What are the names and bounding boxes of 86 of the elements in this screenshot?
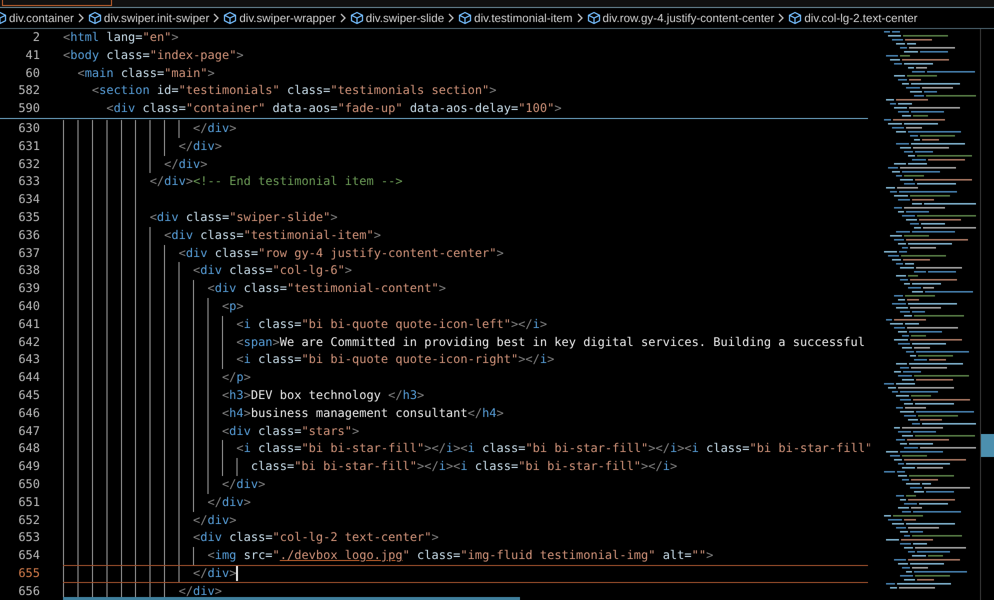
cube-icon — [458, 11, 472, 25]
line-number: 60 — [24, 64, 40, 82]
horizontal-scrollbar-thumb[interactable] — [63, 597, 520, 600]
code-line[interactable]: <html lang="en"> — [63, 29, 179, 47]
code-line[interactable]: <div class="container" data-aos="fade-up" data-aos-delay="100"> — [63, 100, 562, 118]
chevron-icon — [76, 12, 85, 24]
line-number: 636 — [17, 226, 40, 244]
line-number: 641 — [17, 316, 40, 333]
line-number: 650 — [17, 476, 40, 493]
breadcrumb-item[interactable]: div.testimonial-item — [474, 12, 573, 24]
code-line[interactable]: <i class="bi bi-quote quote-icon-left"></i> — [63, 316, 548, 334]
line-number: 654 — [17, 547, 40, 564]
line-number: 590 — [17, 100, 40, 118]
breadcrumb-item[interactable]: div.swiper-slide — [366, 12, 444, 24]
line-number: 639 — [17, 280, 40, 298]
code-line[interactable]: <section id="testimonials" class="testimonials section"> — [63, 82, 497, 100]
cube-icon — [350, 11, 364, 25]
code-line[interactable]: <img src="./devbox logo.jpg" class="img-fluid testimonial-img" alt=""> — [63, 547, 714, 565]
line-number: 635 — [17, 208, 40, 226]
code-line[interactable]: class="bi bi-star-fill"></i><i class="bi bi-star-fill"></i> — [63, 458, 678, 476]
breadcrumb-item[interactable]: div.row.gy-4.justify-content-center — [602, 12, 774, 24]
line-number: 653 — [17, 529, 40, 546]
code-line[interactable]: <h3>DEV box technology </h3> — [63, 386, 424, 405]
line-number: 646 — [17, 404, 40, 422]
line-number: 647 — [17, 422, 40, 440]
breadcrumb-item[interactable]: div.col-lg-2.text-center — [804, 12, 918, 24]
code-line[interactable]: <body class="index-page"> — [63, 46, 244, 65]
editor-tab[interactable] — [2, 0, 112, 6]
breadcrumb-item[interactable]: div.swiper-wrapper — [239, 12, 336, 24]
code-line[interactable]: <div class="swiper-slide"> — [63, 208, 338, 227]
code-line[interactable]: </div> — [63, 476, 266, 494]
line-number: 651 — [17, 494, 40, 511]
cube-icon — [223, 11, 238, 25]
chevron-icon — [777, 12, 786, 24]
code-line[interactable]: <i class="bi bi-quote quote-icon-right"></i> — [63, 351, 554, 370]
line-number: 630 — [17, 120, 40, 137]
code-line[interactable]: </div> — [63, 566, 236, 582]
code-line[interactable]: <div class="stars"> — [63, 422, 360, 440]
code-line[interactable]: <div class="testimonial-content"> — [63, 280, 446, 298]
line-number: 638 — [17, 262, 40, 280]
code-line[interactable]: </div> — [63, 582, 222, 600]
line-number: 648 — [17, 440, 40, 458]
code-line[interactable]: <span>We are Committed in providing best in key digital services. Building a successful — [63, 334, 865, 352]
scrollbar-thumb[interactable] — [981, 434, 994, 457]
cube-icon — [586, 11, 601, 25]
breadcrumb-item[interactable]: div.swiper.init-swiper — [104, 12, 210, 24]
line-number: 2 — [32, 29, 40, 46]
text-cursor — [236, 566, 238, 582]
chevron-icon — [212, 12, 220, 24]
code-line[interactable]: <div class="col-lg-2 text-center"> — [63, 529, 439, 548]
code-line[interactable]: <div class="testimonial-item"> — [63, 226, 381, 245]
code-line[interactable]: <div class="col-lg-6"> — [63, 262, 352, 280]
line-number: 41 — [24, 46, 40, 64]
line-number: 649 — [17, 458, 40, 476]
breadcrumb-item[interactable]: div.container — [9, 12, 74, 24]
line-number: 631 — [17, 138, 40, 155]
line-number: 656 — [17, 582, 40, 600]
line-number: 640 — [17, 298, 40, 315]
line-number: 642 — [17, 334, 40, 351]
code-line[interactable]: <div class="row gy-4 justify-content-center"> — [63, 244, 504, 262]
code-line[interactable]: <p> — [63, 298, 244, 316]
code-line[interactable]: </div> — [63, 494, 251, 512]
chevron-icon — [338, 12, 347, 24]
code-line[interactable]: </p> — [63, 369, 251, 387]
code-line[interactable]: <i class="bi bi-star-fill"></i><i class="bi bi-star-fill"></i><i class="bi bi-star-fill" — [63, 440, 870, 458]
line-number: 643 — [17, 351, 40, 368]
line-number: 645 — [17, 386, 40, 404]
line-number: 582 — [17, 82, 40, 100]
code-line[interactable]: <h4>business management consultant</h4> — [63, 404, 504, 423]
chevron-icon — [447, 12, 456, 24]
line-number: 634 — [17, 191, 40, 208]
code-line[interactable]: <main class="main"> — [63, 64, 215, 82]
code-line[interactable]: </div> — [63, 512, 236, 530]
line-number: 652 — [17, 512, 40, 529]
line-number: 633 — [17, 173, 40, 190]
code-line[interactable]: </div> — [63, 156, 208, 174]
code-line[interactable]: </div><!-- End testimonial item --> — [63, 173, 403, 192]
line-number: 644 — [17, 369, 40, 386]
code-line[interactable]: </div> — [63, 120, 236, 138]
chevron-icon — [576, 12, 584, 24]
line-number: 655 — [17, 564, 40, 582]
cube-icon — [88, 11, 102, 25]
code-line[interactable]: </div> — [63, 138, 222, 156]
line-number: 637 — [17, 244, 40, 262]
cube-icon — [788, 11, 802, 25]
line-number: 632 — [17, 156, 40, 173]
